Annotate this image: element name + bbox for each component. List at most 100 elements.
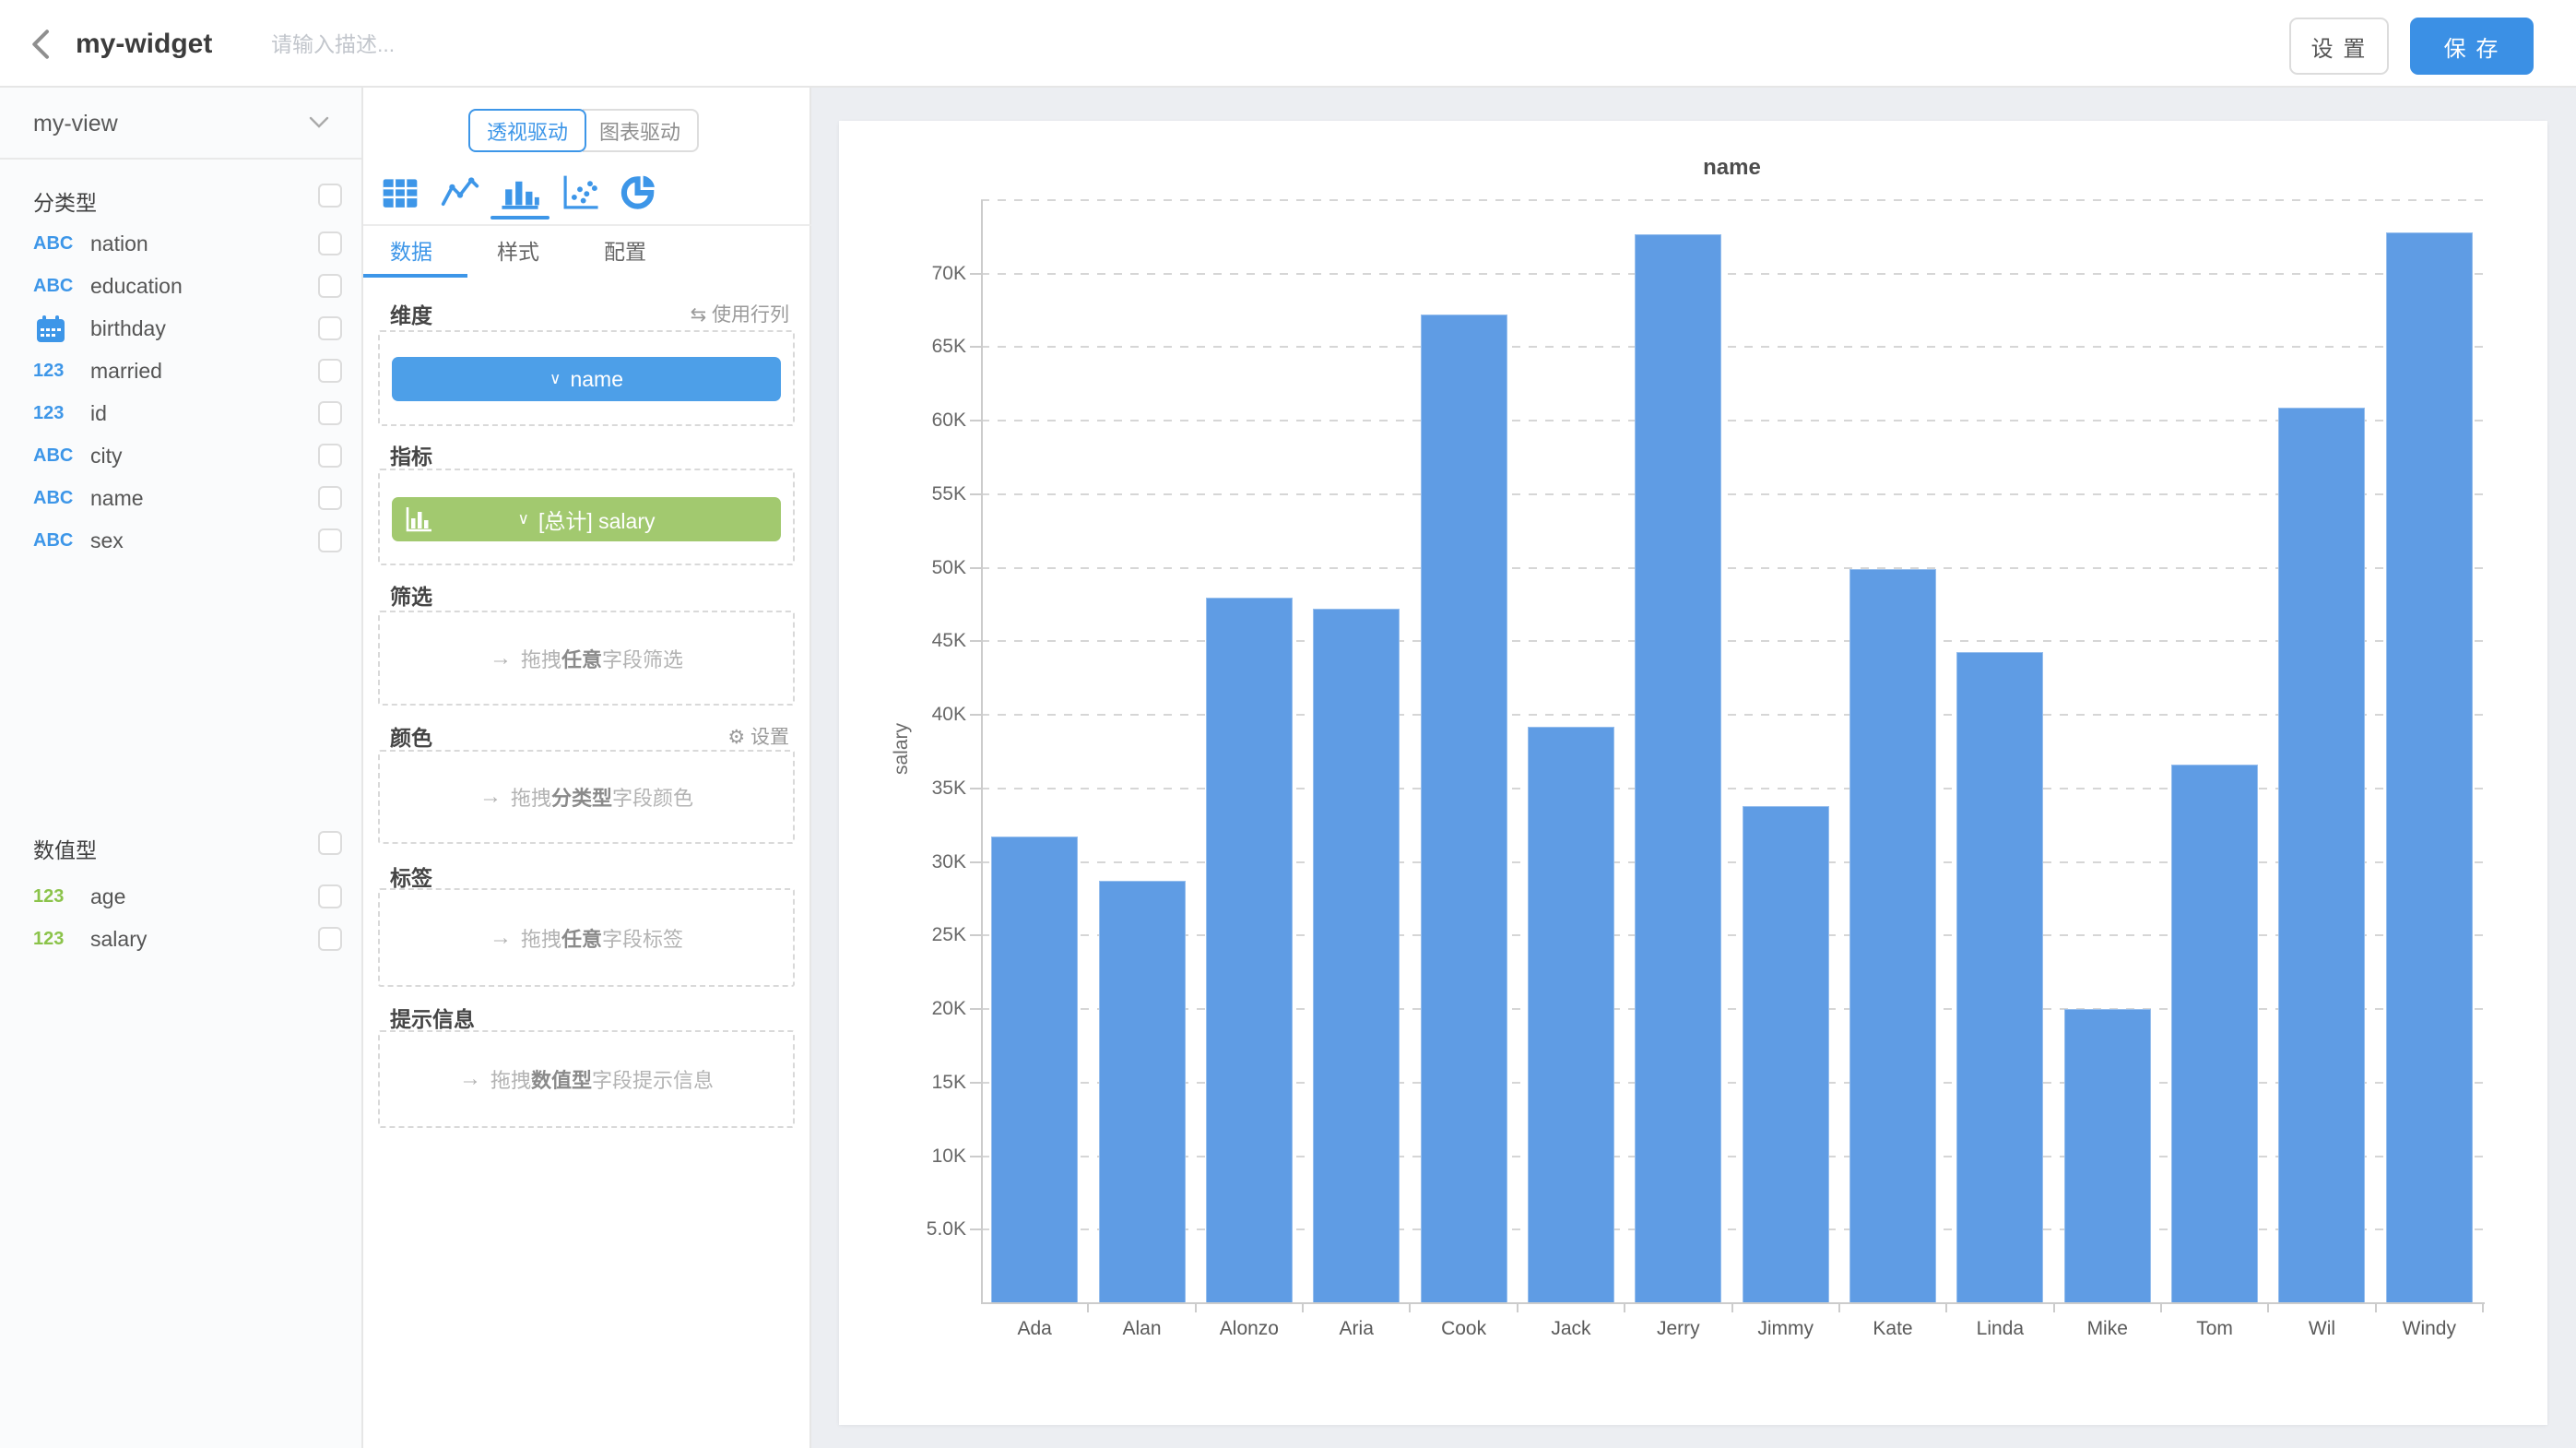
field-row-name[interactable]: ABC name [0, 477, 363, 519]
y-axis-tick-label: 55K [846, 483, 966, 505]
line-chart-icon[interactable] [440, 172, 480, 213]
view-select-value: my-view [33, 88, 118, 160]
y-axis-tick-label: 60K [846, 409, 966, 432]
save-button[interactable]: 保 存 [2410, 18, 2534, 75]
x-axis-tick [1624, 1303, 1625, 1312]
field-row-education[interactable]: ABC education [0, 265, 363, 307]
string-type-icon: ABC [33, 222, 81, 265]
field-row-nation[interactable]: ABC nation [0, 222, 363, 265]
tab-config[interactable]: 配置 [604, 226, 646, 278]
y-axis-tick-label: 25K [846, 924, 966, 946]
metric-pill-salary[interactable]: ∨ [总计] salary [392, 497, 781, 541]
bar[interactable] [991, 837, 1078, 1303]
bar[interactable] [2064, 1009, 2151, 1303]
description-input[interactable] [269, 22, 656, 66]
y-axis-tick [970, 420, 981, 421]
pivot-drive-button[interactable]: 透视驱动 [468, 109, 586, 152]
chart-drive-button[interactable]: 图表驱动 [583, 109, 699, 152]
string-type-icon: ABC [33, 519, 81, 562]
label-section-label: 标签 [390, 860, 432, 892]
x-axis-tick [2482, 1303, 2484, 1312]
field-checkbox[interactable] [318, 316, 342, 340]
y-axis-tick [970, 1008, 981, 1010]
settings-button[interactable]: 设 置 [2289, 18, 2389, 75]
number-type-icon: 123 [33, 392, 81, 434]
metric-dropzone[interactable]: ∨ [总计] salary [378, 469, 795, 565]
y-axis-tick [970, 640, 981, 642]
y-axis-tick [970, 934, 981, 936]
y-axis-tick [970, 493, 981, 495]
field-row-married[interactable]: 123 married [0, 350, 363, 392]
back-icon[interactable] [24, 26, 61, 63]
field-row-id[interactable]: 123 id [0, 392, 363, 434]
field-checkbox[interactable] [318, 486, 342, 510]
panel-tabs: 数据 样式 配置 [363, 226, 811, 278]
bar[interactable] [1528, 727, 1614, 1303]
bar[interactable] [1206, 598, 1293, 1303]
numeric-section-title: 数值型 [33, 833, 97, 864]
field-checkbox[interactable] [318, 401, 342, 425]
x-axis-line [981, 1302, 2485, 1304]
table-chart-icon[interactable] [380, 172, 420, 213]
filter-dropzone[interactable]: → 拖拽任意字段筛选 [378, 611, 795, 706]
y-axis-tick [970, 346, 981, 348]
bar[interactable] [1956, 652, 2043, 1303]
x-axis-tick-label: Linda [1946, 1318, 2053, 1340]
y-axis-tick [970, 1082, 981, 1084]
categorical-select-all-checkbox[interactable] [318, 184, 342, 208]
field-row-sex[interactable]: ABC sex [0, 519, 363, 562]
y-axis-tick [970, 861, 981, 863]
pill-caret-icon[interactable]: ∨ [518, 510, 529, 528]
use-rowcol-link[interactable]: ⇆ 使用行列 [691, 300, 789, 327]
field-checkbox[interactable] [318, 274, 342, 298]
bar[interactable] [1849, 569, 1936, 1303]
field-checkbox[interactable] [318, 927, 342, 951]
field-checkbox[interactable] [318, 231, 342, 255]
header: my-widget 设 置 保 存 [0, 0, 2576, 88]
tab-style[interactable]: 样式 [497, 226, 539, 278]
bar[interactable] [1421, 315, 1507, 1303]
x-axis-tick-label: Alonzo [1196, 1318, 1303, 1340]
color-dropzone[interactable]: → 拖拽分类型字段颜色 [378, 750, 795, 844]
y-axis-line [981, 200, 983, 1303]
field-checkbox[interactable] [318, 359, 342, 383]
bar[interactable] [1099, 881, 1186, 1303]
y-axis-tick-label: 10K [846, 1145, 966, 1168]
bar-chart-icon[interactable] [500, 172, 540, 213]
label-dropzone[interactable]: → 拖拽任意字段标签 [378, 888, 795, 987]
scatter-chart-icon[interactable] [560, 172, 600, 213]
field-sidebar: my-view 分类型 ABC nation ABC education [0, 88, 363, 1448]
calendar-icon [35, 315, 66, 349]
field-row-city[interactable]: ABC city [0, 434, 363, 477]
gridline [981, 567, 2483, 569]
tab-data[interactable]: 数据 [390, 226, 432, 278]
tooltip-section-label: 提示信息 [390, 1002, 475, 1033]
bar[interactable] [2386, 232, 2473, 1303]
tooltip-dropzone[interactable]: → 拖拽数值型字段提示信息 [378, 1030, 795, 1128]
field-checkbox[interactable] [318, 528, 342, 552]
bar[interactable] [1743, 806, 1829, 1303]
pie-chart-icon[interactable] [620, 172, 660, 213]
x-axis-tick [1195, 1303, 1197, 1312]
pill-caret-icon[interactable]: ∨ [549, 370, 561, 388]
field-row-age[interactable]: 123 age [0, 875, 363, 918]
view-select[interactable]: my-view [0, 88, 361, 160]
y-axis-tick [970, 1228, 981, 1230]
y-axis-tick-label: 70K [846, 263, 966, 285]
field-row-birthday[interactable]: birthday [0, 307, 363, 350]
x-axis-tick-label: Tom [2161, 1318, 2268, 1340]
field-row-salary[interactable]: 123 salary [0, 918, 363, 960]
numeric-select-all-checkbox[interactable] [318, 831, 342, 855]
dimension-pill-name[interactable]: ∨ name [392, 357, 781, 401]
bar[interactable] [2278, 408, 2365, 1303]
bar[interactable] [2171, 765, 2258, 1303]
field-checkbox[interactable] [318, 444, 342, 468]
bar[interactable] [1635, 234, 1721, 1303]
color-settings-link[interactable]: ⚙ 设置 [727, 722, 789, 750]
y-axis-tick [970, 1156, 981, 1157]
x-axis-tick [1517, 1303, 1518, 1312]
dimension-dropzone[interactable]: ∨ name [378, 330, 795, 426]
x-axis-tick [1302, 1303, 1304, 1312]
bar[interactable] [1313, 609, 1400, 1303]
field-checkbox[interactable] [318, 884, 342, 908]
